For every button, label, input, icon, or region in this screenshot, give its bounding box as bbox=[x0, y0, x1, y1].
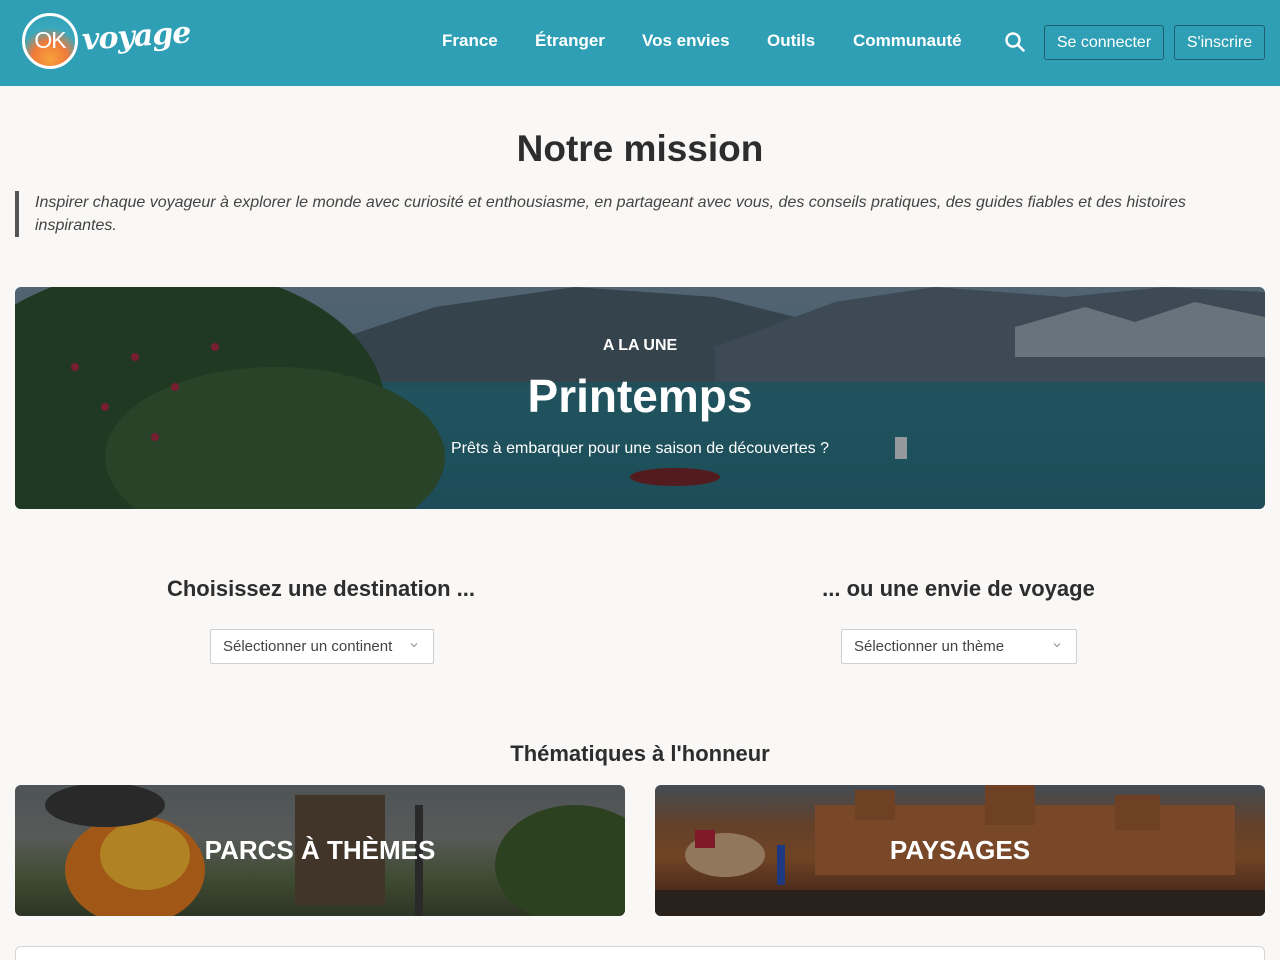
nav-item-france[interactable]: France bbox=[442, 31, 498, 51]
nav-item-outils[interactable]: Outils bbox=[767, 31, 815, 51]
hero-title: Printemps bbox=[527, 370, 753, 422]
next-section-card bbox=[15, 946, 1265, 960]
hero-subtitle: Prêts à embarquer pour une saison de déc… bbox=[450, 440, 829, 457]
theme-card-paysages[interactable]: PAYSAGES bbox=[655, 785, 1265, 916]
nav-item-communaute[interactable]: Communauté bbox=[853, 31, 962, 51]
hero-kicker: A LA UNE bbox=[602, 337, 678, 354]
nav-item-etranger[interactable]: Étranger bbox=[535, 31, 605, 51]
theme-card-label: PARCS À THÈMES bbox=[204, 835, 436, 865]
logo-ok-text: OK bbox=[34, 27, 66, 53]
login-button[interactable]: Se connecter bbox=[1044, 25, 1164, 60]
chevron-down-icon bbox=[410, 643, 418, 648]
destination-title: Choisissez une destination ... bbox=[166, 576, 476, 601]
logo-voyage-text: voyage bbox=[80, 15, 192, 58]
envie-title: ... ou une envie de voyage bbox=[822, 576, 1095, 601]
site-logo[interactable]: OK voyage bbox=[22, 13, 191, 75]
continent-select[interactable]: Sélectionner un continent bbox=[210, 629, 434, 664]
signup-button[interactable]: S'inscrire bbox=[1174, 25, 1265, 60]
theme-select-value: Sélectionner un thème bbox=[854, 638, 1005, 655]
mission-title: Notre mission bbox=[516, 128, 764, 169]
featured-hero-banner[interactable]: A LA UNE Printemps Prêts à embarquer pou… bbox=[15, 287, 1265, 509]
mission-quote: Inspirer chaque voyageur à explorer le m… bbox=[15, 191, 1205, 237]
theme-select[interactable]: Sélectionner un thème bbox=[841, 629, 1077, 664]
search-icon[interactable] bbox=[1004, 31, 1026, 53]
chevron-down-icon bbox=[1053, 643, 1061, 648]
nav-item-vos-envies[interactable]: Vos envies bbox=[642, 31, 730, 51]
theme-card-parcs[interactable]: PARCS À THÈMES bbox=[15, 785, 625, 916]
themes-title: Thématiques à l'honneur bbox=[510, 741, 770, 766]
site-header: OK voyage France Étranger Vos envies Out… bbox=[0, 0, 1280, 86]
theme-card-label: PAYSAGES bbox=[889, 835, 1031, 865]
continent-select-value: Sélectionner un continent bbox=[223, 638, 393, 655]
